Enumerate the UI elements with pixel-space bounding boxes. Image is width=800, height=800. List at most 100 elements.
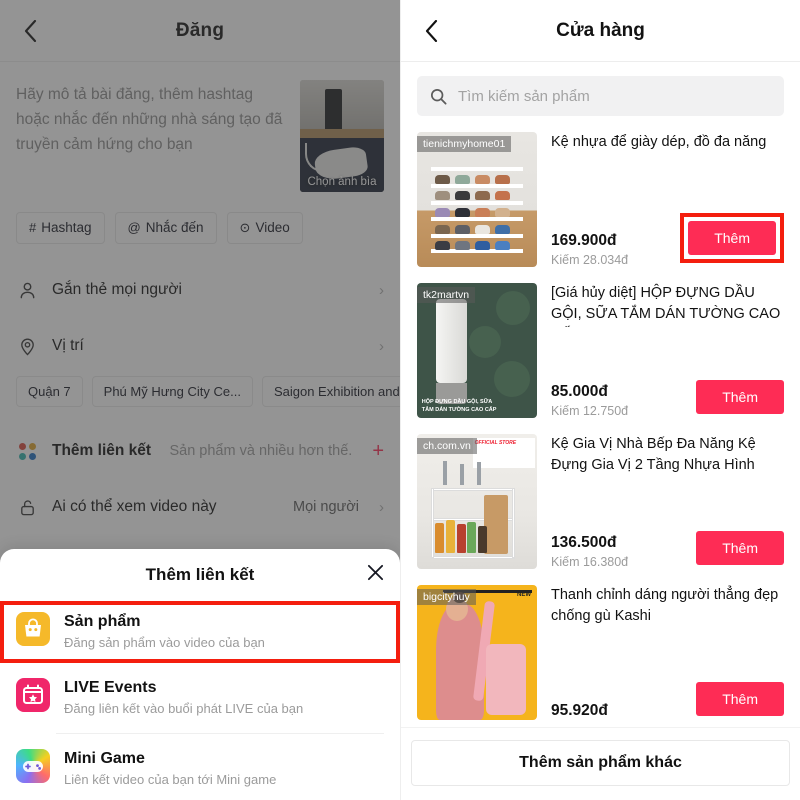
- caption-input[interactable]: Hãy mô tả bài đăng, thêm hashtag hoặc nh…: [16, 80, 288, 192]
- sheet-item-game-texts: Mini Game Liên kết video của bạn tới Min…: [64, 749, 384, 789]
- row-privacy-label: Ai có thể xem video này: [52, 498, 217, 515]
- place-chip[interactable]: Saigon Exhibition and...: [261, 376, 400, 407]
- chip-mention-label: Nhắc đến: [145, 220, 204, 235]
- post-editor-header: Đăng: [0, 0, 400, 62]
- add-other-products-button[interactable]: Thêm sản phẩm khác: [411, 740, 790, 786]
- chip-hashtag[interactable]: # Hashtag: [16, 212, 105, 244]
- search-section: [401, 62, 800, 124]
- place-chip[interactable]: Quận 7: [16, 376, 83, 407]
- product-thumbnail[interactable]: tienichmyhome01: [417, 132, 537, 267]
- chip-hashtag-label: Hashtag: [41, 220, 92, 235]
- gamepad-icon: [16, 748, 50, 783]
- sheet-item-live-title: LIVE Events: [64, 678, 157, 696]
- row-privacy-value: Mọi người: [293, 499, 359, 515]
- product-price-block: 85.000đ Kiếm 12.750đ: [551, 383, 628, 418]
- unlock-icon: [16, 496, 38, 518]
- search-input[interactable]: [458, 87, 772, 105]
- row-add-link-label: Thêm liên kết: [52, 442, 152, 459]
- chip-video-label: Video: [255, 220, 290, 235]
- sheet-item-product[interactable]: Sản phẩm Đăng sản phẩm vào video của bạn: [0, 601, 400, 663]
- add-product-button[interactable]: Thêm: [688, 221, 776, 255]
- product-thumbnail[interactable]: NEW bigcityhuy: [417, 585, 537, 720]
- row-add-link-sub: Sản phẩm và nhiều hơn thế.: [169, 443, 353, 459]
- chevron-right-icon: ›: [379, 498, 384, 516]
- sheet-item-mini-game[interactable]: Mini Game Liên kết video của bạn tới Min…: [0, 740, 400, 798]
- sheet-title: Thêm liên kết: [145, 565, 255, 584]
- sheet-item-game-title: Mini Game: [64, 749, 145, 767]
- row-add-link[interactable]: Thêm liên kết Sản phẩm và nhiều hơn thế.…: [0, 423, 400, 479]
- sheet-item-product-title: Sản phẩm: [64, 613, 141, 630]
- row-location[interactable]: Vị trí ›: [0, 318, 400, 374]
- page-title: Đăng: [175, 19, 225, 41]
- shop-badge: tienichmyhome01: [417, 136, 512, 152]
- add-link-bottom-sheet: Thêm liên kết Sản phẩm Đăng sản phẩm vào…: [0, 549, 400, 800]
- four-dots-icon: [16, 440, 38, 462]
- product-thumbnail[interactable]: OFFICIAL STORE ch.com.vn: [417, 434, 537, 569]
- product-row[interactable]: tienichmyhome01 Kệ nhựa để giày dép, đồ …: [401, 124, 800, 275]
- add-product-button[interactable]: Thêm: [696, 682, 784, 716]
- add-product-button[interactable]: Thêm: [696, 380, 784, 414]
- plus-icon[interactable]: +: [372, 441, 384, 461]
- chevron-right-icon: ›: [379, 281, 384, 299]
- shop-badge: tk2martvn: [417, 287, 476, 303]
- product-details: Kệ Gia Vị Nhà Bếp Đa Năng Kệ Đựng Gia Vị…: [551, 434, 784, 569]
- place-chip[interactable]: Phú Mỹ Hưng City Ce...: [91, 376, 253, 407]
- right-panel-shop-picker: Cửa hàng Tìm kiếm sản phẩm tienichmyhome…: [400, 0, 800, 800]
- shop-bottom-bar: Thêm sản phẩm khác: [401, 727, 800, 800]
- sheet-item-live-sub: Đăng liên kết vào buổi phát LIVE của bạn: [64, 700, 304, 716]
- add-product-button[interactable]: Thêm: [696, 531, 784, 565]
- app-screen: Đăng Hãy mô tả bài đăng, thêm hashtag ho…: [0, 0, 800, 800]
- thumb-art: OFFICIAL STORE: [472, 438, 535, 468]
- product-thumbnail[interactable]: HỘP ĐỰNG DẦU GỘI, SỮA TẮM DÁN TƯỜNG CAO C…: [417, 283, 537, 418]
- chevron-right-icon: ›: [379, 337, 384, 355]
- product-commission: Kiếm 28.034đ: [551, 253, 629, 267]
- product-name: Kệ Gia Vị Nhà Bếp Đa Năng Kệ Đựng Gia Vị…: [551, 436, 756, 474]
- shop-badge: ch.com.vn: [417, 438, 477, 454]
- product-details: Kệ nhựa để giày dép, đồ đa năng 169.900đ…: [551, 132, 784, 267]
- close-icon[interactable]: [367, 564, 384, 585]
- hashtag-icon: #: [29, 220, 37, 235]
- post-editor-content: Đăng Hãy mô tả bài đăng, thêm hashtag ho…: [0, 0, 400, 591]
- sheet-item-live-events[interactable]: LIVE Events Đăng liên kết vào buổi phát …: [0, 669, 400, 727]
- at-mention-icon: @: [127, 220, 141, 235]
- page-title: Cửa hàng: [556, 19, 645, 41]
- product-row[interactable]: NEW bigcityhuy Thanh chỉnh dáng người th…: [401, 577, 800, 728]
- product-footer: 95.920đ Thêm: [551, 682, 784, 720]
- cover-art-desk: [300, 129, 384, 139]
- sheet-header: Thêm liên kết: [0, 549, 400, 601]
- row-tag-people-label: Gắn thẻ mọi người: [52, 281, 182, 298]
- location-pin-icon: [16, 335, 38, 357]
- chip-video[interactable]: ⊙ Video: [226, 212, 303, 244]
- product-footer: 136.500đ Kiếm 16.380đ Thêm: [551, 531, 784, 569]
- product-commission: Kiếm 12.750đ: [551, 404, 629, 418]
- person-icon: [16, 279, 38, 301]
- product-row[interactable]: OFFICIAL STORE ch.com.vn Kệ Gia Vị Nhà B…: [401, 426, 800, 577]
- search-icon: [430, 88, 447, 105]
- chip-mention[interactable]: @ Nhắc đến: [114, 212, 217, 244]
- product-footer: 85.000đ Kiếm 12.750đ Thêm: [551, 380, 784, 418]
- shop-header: Cửa hàng: [401, 0, 800, 62]
- row-privacy[interactable]: Ai có thể xem video này Mọi người ›: [0, 479, 400, 535]
- location-suggestions: Quận 7 Phú Mỹ Hưng City Ce... Saigon Exh…: [0, 374, 400, 413]
- product-price-block: 169.900đ Kiếm 28.034đ: [551, 232, 628, 267]
- product-name: Thanh chỉnh dáng người thẳng đẹp chống g…: [551, 587, 779, 625]
- cover-label: Chọn ảnh bìa: [307, 176, 377, 188]
- product-name: [Giá hủy diệt] HỘP ĐỰNG DẦU GỘI, SỮA TẮM…: [551, 285, 781, 323]
- calendar-star-icon: [16, 677, 50, 712]
- search-box[interactable]: [417, 76, 784, 116]
- left-panel-post-editor: Đăng Hãy mô tả bài đăng, thêm hashtag ho…: [0, 0, 400, 800]
- product-price-block: 95.920đ: [551, 702, 608, 720]
- sheet-item-product-sub: Đăng sản phẩm vào video của bạn: [64, 635, 265, 650]
- thumb-art: [436, 299, 468, 383]
- product-price-block: 136.500đ Kiếm 16.380đ: [551, 534, 628, 569]
- sheet-item-game-sub: Liên kết video của bạn tới Mini game: [64, 771, 277, 787]
- video-play-icon: ⊙: [239, 220, 251, 235]
- product-name: Kệ nhựa để giày dép, đồ đa năng: [551, 134, 767, 150]
- row-tag-people[interactable]: Gắn thẻ mọi người ›: [0, 262, 400, 318]
- compose-area: Hãy mô tả bài đăng, thêm hashtag hoặc nh…: [0, 62, 400, 192]
- cover-thumbnail[interactable]: Chọn ảnh bìa: [300, 80, 384, 192]
- product-row[interactable]: HỘP ĐỰNG DẦU GỘI, SỮA TẮM DÁN TƯỜNG CAO C…: [401, 275, 800, 426]
- sheet-divider: [56, 732, 384, 734]
- quick-insert-chips: # Hashtag @ Nhắc đến ⊙ Video: [0, 192, 400, 244]
- add-button-highlight: Thêm: [680, 213, 784, 263]
